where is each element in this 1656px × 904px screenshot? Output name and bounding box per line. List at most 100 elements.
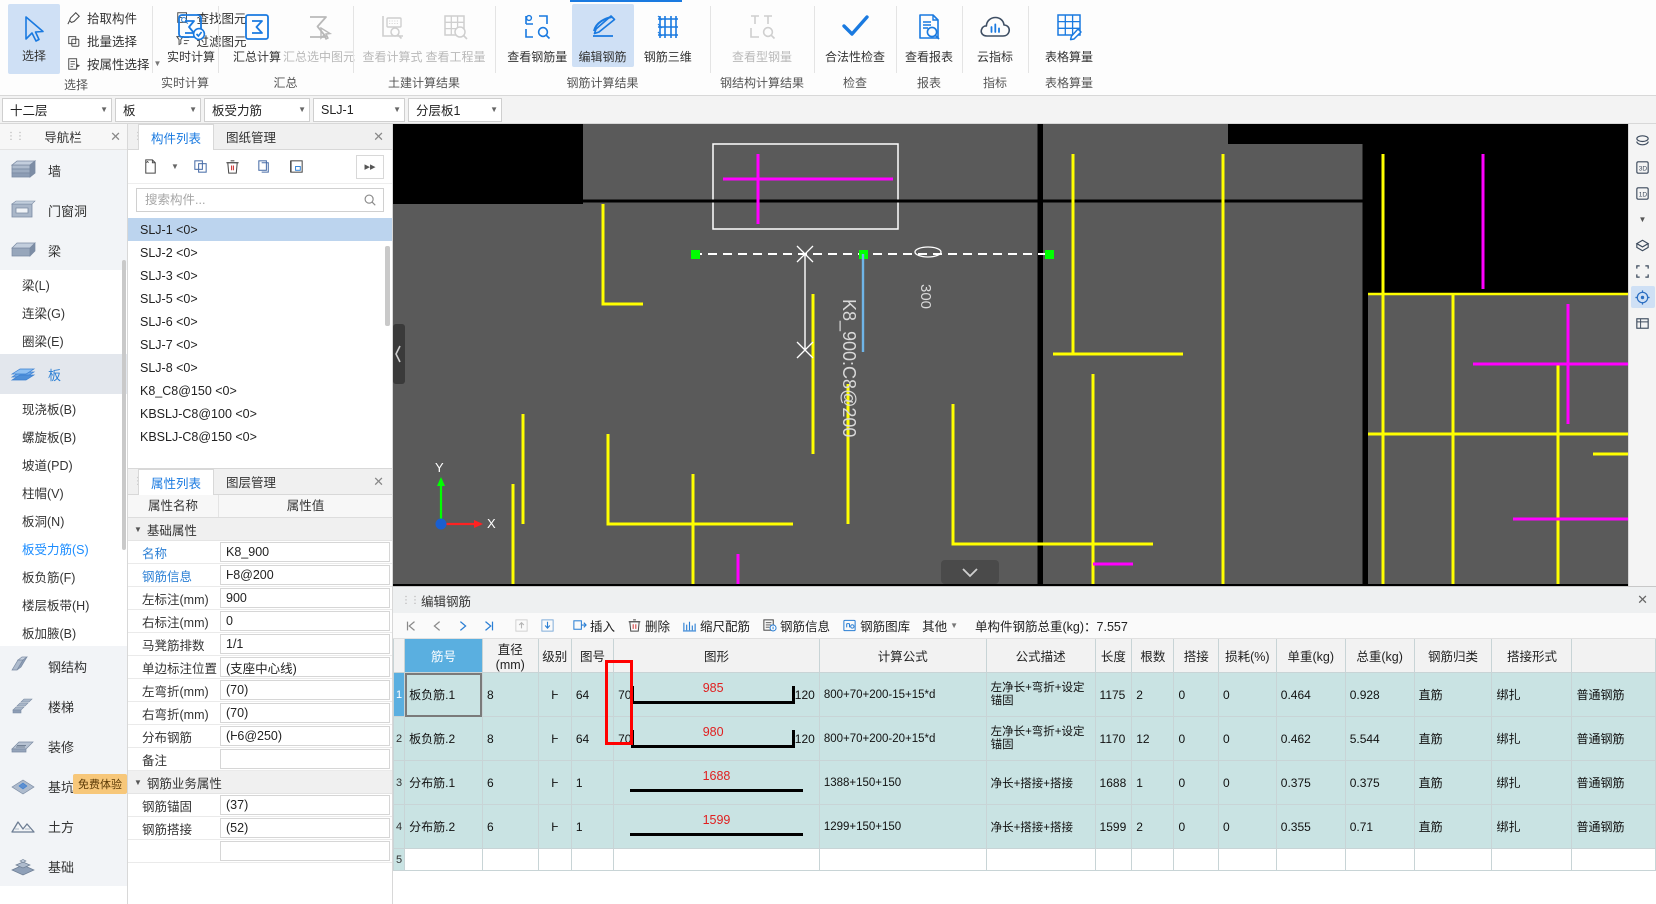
property-value-lap[interactable]: (52): [220, 818, 390, 838]
table-row[interactable]: 5: [393, 848, 1656, 871]
cell-loss[interactable]: 0: [1217, 804, 1277, 849]
col-header-shape[interactable]: 图形: [613, 639, 820, 673]
cell-lap-form[interactable]: 绑扎: [1491, 672, 1573, 717]
cell-ordinary-rebar[interactable]: 普通钢筋: [1571, 804, 1656, 849]
view-rebar-quantity-button[interactable]: 查看钢筋量: [503, 4, 572, 67]
cell-figure-no[interactable]: 64: [570, 672, 615, 717]
validity-check-button[interactable]: 合法性检查: [822, 4, 888, 67]
cell-shape[interactable]: 70 980 120: [613, 716, 820, 761]
sidebar-item-decoration[interactable]: 装修: [0, 726, 127, 766]
view-3d-icon[interactable]: 3D: [1631, 156, 1655, 178]
close-icon[interactable]: ✕: [365, 129, 392, 145]
tab-layer-management[interactable]: 图层管理: [214, 469, 288, 494]
summary-selected-button[interactable]: 汇总选中图元: [283, 4, 355, 67]
cell-rebar-no[interactable]: 分布筋.2: [404, 804, 483, 849]
close-icon[interactable]: ✕: [110, 129, 121, 145]
cell-figure-no[interactable]: 1: [570, 760, 615, 805]
cell-unit-weight[interactable]: [1275, 848, 1346, 871]
col-header-unit-weight[interactable]: 单重(kg): [1275, 639, 1346, 673]
free-trial-badge[interactable]: 免费体验: [73, 774, 127, 794]
cell-formula[interactable]: 800+70+200-20+15*d: [818, 716, 987, 761]
sidebar-item-stairs[interactable]: 楼梯: [0, 686, 127, 726]
list-item[interactable]: KBSLJ-C8@150 <0>: [128, 425, 392, 448]
property-group-rebar-business[interactable]: ▼ 钢筋业务属性: [128, 771, 392, 794]
chevron-down-icon[interactable]: ▼: [482, 105, 498, 114]
expand-button[interactable]: ▸▸: [356, 154, 384, 179]
cell-diameter[interactable]: 6: [481, 804, 539, 849]
col-header-count[interactable]: 根数: [1131, 639, 1175, 673]
component-select[interactable]: SLJ-1 ▼: [313, 97, 405, 122]
col-header-loss[interactable]: 损耗(%): [1217, 639, 1277, 673]
cell-shape[interactable]: 1599: [613, 804, 820, 849]
cell-length[interactable]: 1175: [1094, 672, 1133, 717]
cell-formula-desc[interactable]: 净长+搭接+搭接: [985, 804, 1096, 849]
cell-shape[interactable]: [613, 848, 820, 871]
insert-row-button[interactable]: 插入: [567, 616, 620, 636]
cell-ordinary-rebar[interactable]: 普通钢筋: [1571, 672, 1656, 717]
move-up-button[interactable]: [509, 616, 533, 636]
cell-lap[interactable]: 0: [1173, 672, 1219, 717]
sidebar-item-wall[interactable]: 墙: [0, 150, 127, 190]
sidebar-item-foundation[interactable]: 基础: [0, 846, 127, 886]
cell-lap[interactable]: 0: [1173, 804, 1219, 849]
sidebar-item-beam[interactable]: 梁: [0, 230, 127, 270]
select-button[interactable]: 选择: [8, 4, 60, 74]
cell-formula[interactable]: 1388+150+150: [818, 760, 987, 805]
sidebar-item-coupling-beam[interactable]: 连梁(G): [0, 298, 127, 326]
copy-component-button[interactable]: [186, 155, 214, 179]
cell-diameter[interactable]: 8: [481, 716, 539, 761]
cell-shape[interactable]: 1688: [613, 760, 820, 805]
rebar-3d-button[interactable]: 钢筋三维: [634, 4, 703, 67]
drag-grip-icon[interactable]: ⋮⋮: [6, 132, 25, 142]
duplicate-component-button[interactable]: [250, 155, 278, 179]
property-value-single-mark-pos[interactable]: (支座中心线): [220, 657, 390, 677]
cell-loss[interactable]: 0: [1217, 760, 1277, 805]
category-select[interactable]: 板 ▼: [115, 97, 201, 122]
view-target-icon[interactable]: [1630, 286, 1655, 308]
sidebar-item-cast-slab[interactable]: 现浇板(B): [0, 394, 127, 422]
sidebar-item-spiral-slab[interactable]: 螺旋板(B): [0, 422, 127, 450]
cell-length[interactable]: [1094, 848, 1133, 871]
property-value-rebar-info[interactable]: Ⱶ8@200: [220, 565, 390, 585]
scale-rebar-button[interactable]: 缩尺配筋: [677, 616, 755, 636]
next-record-button[interactable]: [451, 616, 475, 636]
cell-grade[interactable]: Ⱶ: [537, 716, 572, 761]
other-button[interactable]: 其他 ▼: [917, 616, 963, 636]
list-item[interactable]: SLJ-8 <0>: [128, 356, 392, 379]
cell-lap-form[interactable]: 绑扎: [1491, 716, 1573, 761]
cell-rebar-class[interactable]: 直筋: [1413, 672, 1493, 717]
rebar-library-button[interactable]: 钢筋图库: [837, 616, 915, 636]
drag-grip-icon[interactable]: ⋮⋮: [128, 477, 152, 487]
cell-ordinary-rebar[interactable]: 普通钢筋: [1571, 760, 1656, 805]
realtime-calc-button[interactable]: 实时计算: [160, 4, 222, 67]
view-fullscreen-icon[interactable]: [1631, 260, 1655, 282]
table-row[interactable]: 3 分布筋.1 6 Ⱶ 1 1688 1388+150+150 净长+搭接+搭接…: [393, 760, 1656, 805]
chevron-down-icon[interactable]: ▼: [290, 105, 306, 114]
cell-total-weight[interactable]: [1344, 848, 1415, 871]
cell-rebar-class[interactable]: 直筋: [1413, 760, 1493, 805]
property-value-remark[interactable]: [220, 749, 390, 769]
property-group-basic[interactable]: ▼ 基础属性: [128, 518, 392, 541]
cell-total-weight[interactable]: 5.544: [1344, 716, 1415, 761]
sidebar-item-foundation-pit[interactable]: 基坑工程 免费体验: [0, 766, 127, 806]
cell-rebar-no[interactable]: [404, 848, 483, 871]
cell-shape[interactable]: 70 985 120: [613, 672, 820, 717]
list-item[interactable]: SLJ-6 <0>: [128, 310, 392, 333]
tab-property-list[interactable]: 属性列表: [138, 469, 215, 495]
sidebar-item-ring-beam[interactable]: 圈梁(E): [0, 326, 127, 354]
cell-formula[interactable]: 800+70+200-15+15*d: [818, 672, 987, 717]
cell-ordinary-rebar[interactable]: [1571, 848, 1656, 871]
cell-figure-no[interactable]: 64: [570, 716, 615, 761]
table-row[interactable]: 1 板负筋.1 8 Ⱶ 64 70 985 120 800+70+200-15+…: [393, 672, 1656, 717]
first-record-button[interactable]: [399, 616, 423, 636]
tab-component-list[interactable]: 构件列表: [138, 124, 215, 150]
cell-lap-form[interactable]: 绑扎: [1491, 760, 1573, 805]
property-value-left-bend[interactable]: (70): [220, 680, 390, 700]
cell-length[interactable]: 1170: [1094, 716, 1133, 761]
cell-rebar-no[interactable]: 分布筋.1: [404, 760, 483, 805]
view-formula-button[interactable]: 查看计算式: [361, 4, 424, 67]
list-item[interactable]: SLJ-3 <0>: [128, 264, 392, 287]
col-header-lap[interactable]: 搭接: [1173, 639, 1219, 673]
sidebar-item-door-window[interactable]: 门窗洞: [0, 190, 127, 230]
sidebar-item-column-cap[interactable]: 柱帽(V): [0, 478, 127, 506]
